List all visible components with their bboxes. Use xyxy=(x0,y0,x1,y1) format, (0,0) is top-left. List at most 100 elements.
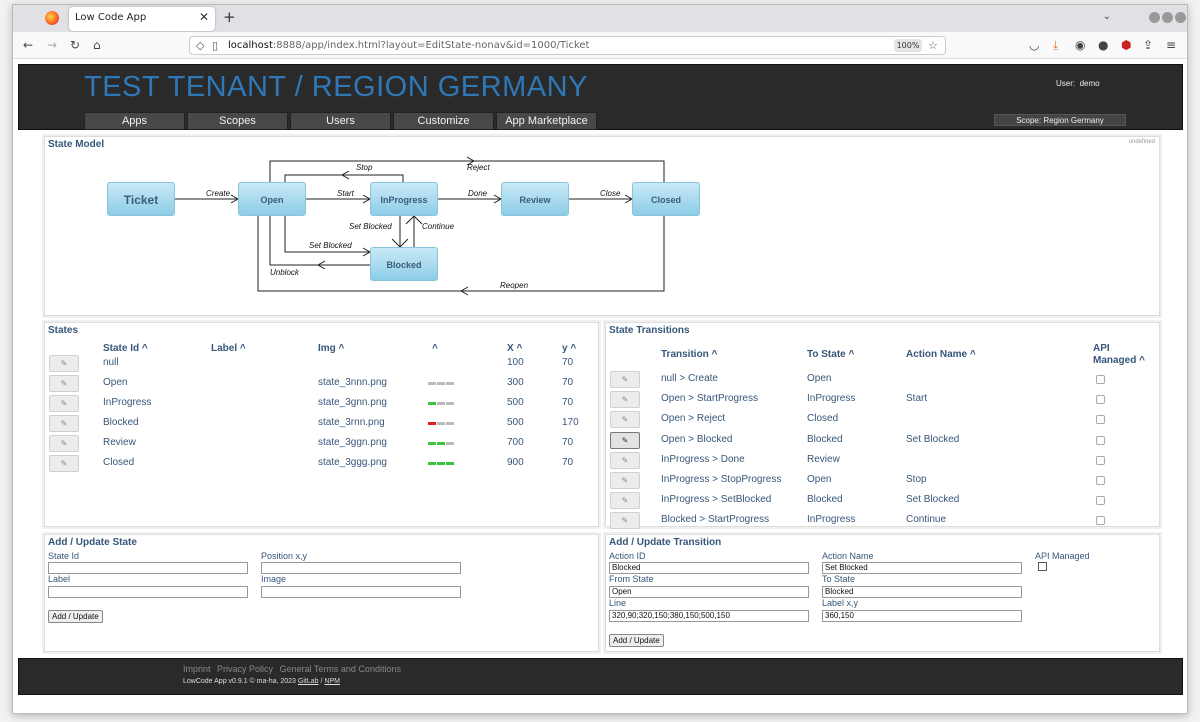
transition-edit-button[interactable]: ✎ xyxy=(610,371,640,388)
nav-apps[interactable]: Apps xyxy=(84,112,185,130)
api-managed-checkbox[interactable] xyxy=(1038,562,1047,571)
transition-edit-button[interactable]: ✎ xyxy=(610,472,640,489)
add-update-state-button[interactable]: Add / Update xyxy=(48,610,103,623)
npm-link[interactable]: NPM xyxy=(324,678,340,685)
transition-edit-button[interactable]: ✎ xyxy=(610,391,640,409)
transition-edit-button[interactable]: ✎ xyxy=(610,492,640,510)
footer-link-privacy[interactable]: Privacy Policy xyxy=(217,664,273,674)
zoom-badge[interactable]: 100% xyxy=(894,39,922,52)
from-state-select[interactable]: Open xyxy=(609,586,809,598)
forward-icon[interactable]: → xyxy=(47,38,57,52)
scope-selector[interactable]: Scope: Region Germany xyxy=(994,114,1126,126)
tab-list-chevron-icon[interactable]: ⌄ xyxy=(1103,11,1111,22)
state-node-open[interactable]: Open xyxy=(238,182,306,216)
download-icon[interactable]: ⤓ xyxy=(1053,38,1058,52)
col-managed[interactable]: Managed ^ xyxy=(1093,355,1145,366)
col-state-id[interactable]: State Id ^ xyxy=(103,343,148,354)
ublock-icon[interactable]: ⬢ xyxy=(1121,38,1131,52)
back-icon[interactable]: ← xyxy=(23,38,33,52)
to-state-cell: Blocked xyxy=(807,433,843,445)
api-managed-checkbox[interactable] xyxy=(1096,395,1105,405)
transition-edit-button[interactable]: ✎ xyxy=(610,512,640,530)
api-managed-checkbox[interactable] xyxy=(1096,435,1105,445)
tab-close-icon[interactable]: ✕ xyxy=(199,10,209,24)
col-api[interactable]: API xyxy=(1093,343,1110,354)
api-managed-checkbox[interactable] xyxy=(1096,375,1105,384)
close-window-icon[interactable] xyxy=(1175,12,1186,23)
image-input[interactable] xyxy=(261,586,461,598)
transition-edit-button[interactable]: ✎ xyxy=(610,411,640,429)
position-input[interactable] xyxy=(261,562,461,574)
col-img[interactable]: Img ^ xyxy=(318,343,344,354)
user-name[interactable]: demo xyxy=(1080,79,1100,88)
menu-icon[interactable]: ≡ xyxy=(1166,38,1176,52)
state-edit-button[interactable]: ✎ xyxy=(49,435,79,452)
state-id-input[interactable] xyxy=(48,562,248,574)
api-managed-checkbox[interactable] xyxy=(1096,476,1105,485)
to-state-cell: InProgress xyxy=(807,393,856,405)
state-status-indicator xyxy=(428,382,455,387)
action-id-input[interactable]: Blocked xyxy=(609,562,809,574)
line-input[interactable]: 320,90;320,150;380,150;500,150 xyxy=(609,610,809,622)
state-node-inprogress[interactable]: InProgress xyxy=(370,182,438,216)
col-x[interactable]: X ^ xyxy=(507,343,522,354)
transition-edit-button[interactable]: ✎ xyxy=(610,431,640,449)
state-node-ticket[interactable]: Ticket xyxy=(107,182,175,216)
edge-label-close: Close xyxy=(600,189,621,198)
browser-tab[interactable]: Low Code App ✕ xyxy=(69,7,215,31)
footer-link-imprint[interactable]: Imprint xyxy=(183,664,211,674)
state-node-closed[interactable]: Closed xyxy=(632,182,700,216)
shield-icon[interactable]: ◇ xyxy=(196,39,204,52)
col-y[interactable]: y ^ xyxy=(562,343,576,354)
nav-app-marketplace[interactable]: App Marketplace xyxy=(496,112,597,130)
page-info-icon[interactable]: ▯ xyxy=(212,39,218,52)
to-state-cell: Open xyxy=(807,373,832,384)
nav-users[interactable]: Users xyxy=(290,112,391,130)
state-model-panel: State Model undefined Ticket Open InProg… xyxy=(44,136,1160,316)
footer-link-terms[interactable]: General Terms and Conditions xyxy=(280,664,401,674)
pocket-icon[interactable]: ◡ xyxy=(1029,38,1039,52)
state-node-review[interactable]: Review xyxy=(501,182,569,216)
label-input[interactable] xyxy=(48,586,248,598)
api-managed-checkbox[interactable] xyxy=(1096,516,1105,526)
image-label: Image xyxy=(261,574,287,584)
api-managed-checkbox[interactable] xyxy=(1096,455,1105,465)
label-xy-input[interactable]: 360,150 xyxy=(822,610,1022,622)
to-state-select[interactable]: Blocked xyxy=(822,586,1022,598)
col-label[interactable]: Label ^ xyxy=(211,343,246,354)
api-managed-checkbox[interactable] xyxy=(1096,415,1105,425)
api-managed-checkbox[interactable] xyxy=(1096,496,1105,506)
state-edit-button[interactable]: ✎ xyxy=(49,415,79,432)
col-img-status[interactable]: ^ xyxy=(432,343,438,354)
col-transition[interactable]: Transition ^ xyxy=(661,349,717,360)
add-update-transition-button[interactable]: Add / Update xyxy=(609,634,664,647)
home-icon[interactable]: ⌂ xyxy=(93,38,101,52)
transition-edit-button[interactable]: ✎ xyxy=(610,451,640,469)
new-tab-icon[interactable]: + xyxy=(223,8,236,26)
state-x-cell: 100 xyxy=(507,357,524,368)
state-edit-button[interactable]: ✎ xyxy=(49,395,79,412)
state-edit-button[interactable]: ✎ xyxy=(49,455,79,472)
state-id-label: State Id xyxy=(48,551,80,561)
edge-label-reopen: Reopen xyxy=(500,281,529,290)
maximize-icon[interactable] xyxy=(1162,12,1173,23)
nav-scopes[interactable]: Scopes xyxy=(187,112,288,130)
gitlab-link[interactable]: GitLab xyxy=(298,678,319,685)
reload-icon[interactable]: ↻ xyxy=(70,38,80,52)
account-icon[interactable]: ◉ xyxy=(1075,38,1085,52)
col-action-name[interactable]: Action Name ^ xyxy=(906,349,976,360)
action-name-input[interactable]: Set Blocked xyxy=(822,562,1022,574)
state-node-blocked[interactable]: Blocked xyxy=(370,247,438,281)
state-img-cell: state_3ggn.png xyxy=(318,437,387,448)
minimize-icon[interactable] xyxy=(1149,12,1160,23)
extensions-icon[interactable]: ● xyxy=(1098,38,1108,52)
footer-links: Imprint Privacy Policy General Terms and… xyxy=(183,664,405,674)
share-icon[interactable]: ⇪ xyxy=(1143,38,1153,52)
bookmark-star-icon[interactable]: ☆ xyxy=(928,39,938,52)
state-edit-button[interactable]: ✎ xyxy=(49,355,79,372)
to-state-label: To State xyxy=(822,574,856,584)
nav-customize[interactable]: Customize xyxy=(393,112,494,130)
url-bar[interactable]: ◇ ▯ localhost:8888/app/index.html?layout… xyxy=(189,36,946,55)
state-edit-button[interactable]: ✎ xyxy=(49,375,79,392)
col-to-state[interactable]: To State ^ xyxy=(807,349,854,360)
